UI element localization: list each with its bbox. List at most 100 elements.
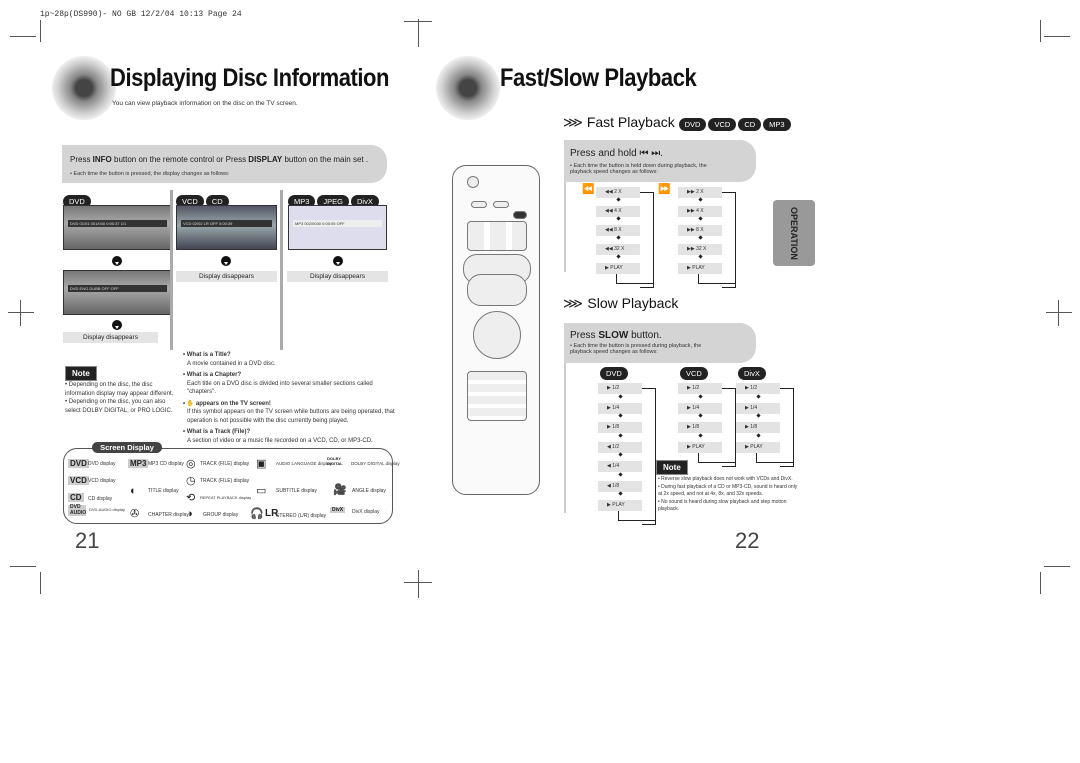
slow-instruction-note: • Each time the button is pressed during… (570, 343, 702, 355)
step-arrow-icon (618, 433, 623, 438)
display-disappears: Display disappears (63, 332, 158, 343)
note-list: • Reverse slow playback does not work wi… (658, 476, 798, 514)
step-arrow-icon (616, 216, 621, 222)
step-arrow-icon (698, 394, 703, 399)
legend-tag: VCD (68, 476, 89, 485)
note-item: • During fast playback of a CD or MP3-CD… (658, 483, 798, 498)
badge-vcd: VCD (708, 118, 737, 131)
step-arrow-icon (618, 413, 623, 418)
crop-mark (40, 572, 41, 594)
track-disc-icon: ◎ (186, 458, 196, 470)
speed-step: ▶ 1/2 (736, 383, 780, 394)
chapter-icon: ✇ (130, 508, 140, 520)
speed-step: ▶ PLAY (678, 263, 722, 274)
step-arrow-icon (616, 197, 621, 203)
speed-step: ▶ PLAY (736, 441, 780, 453)
qa-answer: Each title on a DVD disc is divided into… (187, 380, 373, 396)
speed-step: ▶ PLAY (596, 263, 640, 274)
function-buttons (467, 371, 527, 421)
headphones-icon: 🎧 (250, 508, 264, 520)
registration-mark (404, 21, 432, 22)
loop-back-arrow (698, 274, 736, 284)
qa-answer: If this symbol appears on the TV screen … (187, 409, 395, 424)
speed-step: ▶ PLAY (598, 500, 642, 511)
registration-mark (404, 582, 432, 583)
fast-section-header: ⋙ Fast Playback DVD VCD CD MP3 (563, 114, 793, 131)
crop-mark (1040, 20, 1041, 42)
osd-bar: MP3 002/0040 0:00:05 OFF (293, 220, 382, 227)
legend-label: STEREO (L/R) display (276, 513, 327, 519)
legend-label: DOLBY DIGITAL display (351, 461, 400, 466)
display-disappears: Display disappears (287, 271, 388, 282)
step-arrow-icon (618, 472, 623, 477)
legend-label: SUBTITLE display (276, 488, 317, 494)
qa-answer: A section of video or a music file recor… (187, 437, 373, 444)
repeat-icon: ⟲ (186, 492, 196, 504)
chevrons-icon: ⋙ (563, 114, 583, 130)
disc-graphic (436, 56, 500, 120)
page-number: 21 (75, 528, 100, 553)
qa-question: • What is a Title? (183, 352, 231, 358)
divx-logo: DivX (330, 507, 346, 513)
disc-graphic (52, 56, 116, 120)
page-title: Fast/Slow Playback (500, 64, 697, 92)
instruction-box: Press INFO button on the remote control … (62, 145, 387, 183)
legend-label: DVD display (88, 461, 116, 467)
speed-step: ◀ 1/2 (598, 441, 642, 453)
speed-step: ▶ 1/2 (678, 383, 722, 394)
note-label: Note (65, 366, 97, 381)
qa-question: • ✋ appears on the TV screen! (183, 400, 271, 407)
operation-side-tab: OPERATION (773, 200, 815, 266)
legend-tag: CD (68, 493, 84, 502)
step-arrow-icon (618, 491, 623, 496)
note-item: • Reverse slow playback does not work wi… (658, 476, 793, 482)
step-arrow-icon (698, 235, 703, 241)
group-icon: ◑ (186, 508, 193, 520)
dvd-osd-screen-1: DVD 01/01 001/040 0:00:37 1/1 (63, 205, 172, 250)
legend-label: DVD-AUDIO display (89, 507, 126, 512)
badge-mp3: MP3 (763, 118, 791, 131)
navigation-pad (473, 311, 521, 359)
step-arrow-icon (698, 197, 703, 203)
speed-step: ▶ 1/8 (678, 422, 722, 433)
dvd-osd-screen-2: DVD ENG DUBB OFF OFF (63, 270, 172, 315)
step-arrow-icon (698, 413, 703, 418)
dolby-logo: DOLBY DIGITAL (327, 456, 343, 466)
speed-step: ▶ 1/4 (598, 402, 642, 414)
arrow-down-icon (112, 320, 122, 330)
note-item: • Depending on the disc, the disc inform… (65, 382, 174, 397)
number-keypad (467, 221, 527, 251)
badge-dvd: DVD (600, 367, 628, 380)
fast-instruction-box: Press and hold ⏮ ⏭. • Each time the butt… (564, 140, 756, 182)
print-header: 1p~28p(DS990)- NO GB 12/2/04 10:13 Page … (40, 10, 242, 19)
fast-instruction: Press and hold ⏮ ⏭. (570, 148, 664, 159)
legend-label: ANGLE display (352, 488, 386, 494)
step-arrow-icon (698, 254, 703, 260)
step-arrow-icon (618, 452, 623, 457)
page-number: 22 (735, 528, 760, 553)
legend-label: REPEAT PLAYBACK display (200, 495, 252, 500)
osd-bar: DVD ENG DUBB OFF OFF (68, 285, 167, 292)
legend-label: GROUP display (203, 512, 239, 518)
slow-instruction-box: Press SLOW button. • Each time the butto… (564, 323, 756, 363)
qa-question: • What is a Track (File)? (183, 429, 251, 435)
page-subtitle: You can view playback information on the… (112, 100, 298, 107)
column-divider (170, 190, 173, 350)
fast-playback-title: Fast Playback (586, 114, 675, 130)
crop-mark (1044, 566, 1070, 567)
osd-bar: DVD 01/01 001/040 0:00:37 1/1 (68, 220, 167, 227)
speed-step: ▶ PLAY (678, 441, 722, 453)
step-arrow-icon (616, 254, 621, 260)
registration-mark (418, 19, 419, 47)
crop-mark (1040, 572, 1041, 594)
step-arrow-icon (698, 433, 703, 438)
display-disappears: Display disappears (176, 271, 277, 282)
power-button (467, 176, 479, 188)
note-item: • Depending on the disc, you can also se… (65, 399, 173, 414)
registration-mark (20, 300, 21, 326)
instruction-text: Press INFO button on the remote control … (70, 155, 369, 164)
arrow-down-icon (221, 256, 231, 266)
legend-label: VCD display (88, 478, 116, 484)
legend-tag: DVD AUDIO (68, 504, 87, 516)
arrow-down-icon (112, 256, 122, 266)
